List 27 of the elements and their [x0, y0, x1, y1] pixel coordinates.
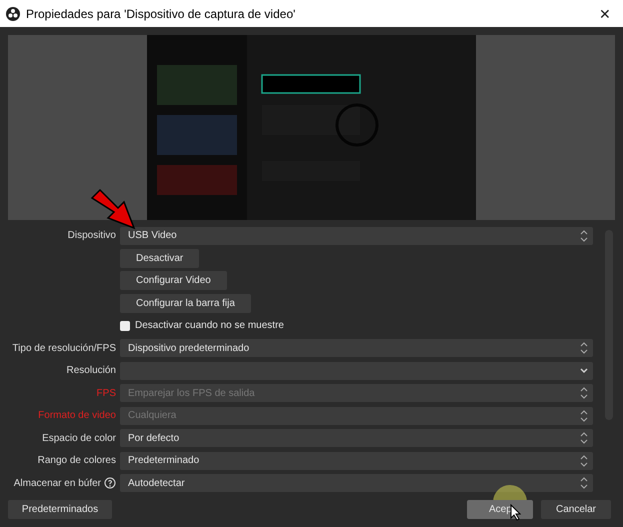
action-button[interactable]: Desactivar: [120, 248, 200, 268]
close-button[interactable]: ✕: [595, 6, 615, 22]
field-label: Dispositivo: [66, 230, 116, 242]
field-label: Formato de video: [37, 410, 116, 422]
select-field[interactable]: USB Video: [120, 226, 593, 245]
select-field[interactable]: Por defecto: [120, 429, 593, 448]
action-button[interactable]: Configurar Video: [120, 271, 227, 290]
field-label: Rango de colores: [36, 455, 116, 466]
arrow-icon: [90, 188, 138, 230]
cursor-icon: [510, 504, 521, 521]
field-label: Resolución: [66, 365, 116, 376]
field-label: FPS: [96, 388, 116, 399]
field-label: Tipo de resolución/FPS: [11, 342, 116, 354]
defaults-button[interactable]: Predeterminados: [8, 500, 112, 519]
window-title: Propiedades para 'Dispositivo de captura de video': [26, 6, 296, 20]
select-field[interactable]: Autodetectar: [120, 474, 593, 492]
select-field[interactable]: Predeterminado: [120, 452, 593, 470]
action-button[interactable]: Configurar la barra fija: [120, 294, 251, 313]
select-field[interactable]: [120, 362, 593, 380]
field-label: Almacenar en búfer: [8, 477, 116, 490]
checkbox[interactable]: [120, 320, 130, 331]
cancel-button[interactable]: Cancelar: [541, 500, 611, 519]
select-field[interactable]: Dispositivo predeterminado: [120, 339, 593, 358]
field-label: Espacio de color: [41, 432, 116, 444]
app-logo-icon: [6, 6, 20, 20]
checkbox-label: Desactivar cuando no se muestre: [135, 320, 284, 332]
help-icon: [104, 477, 116, 490]
